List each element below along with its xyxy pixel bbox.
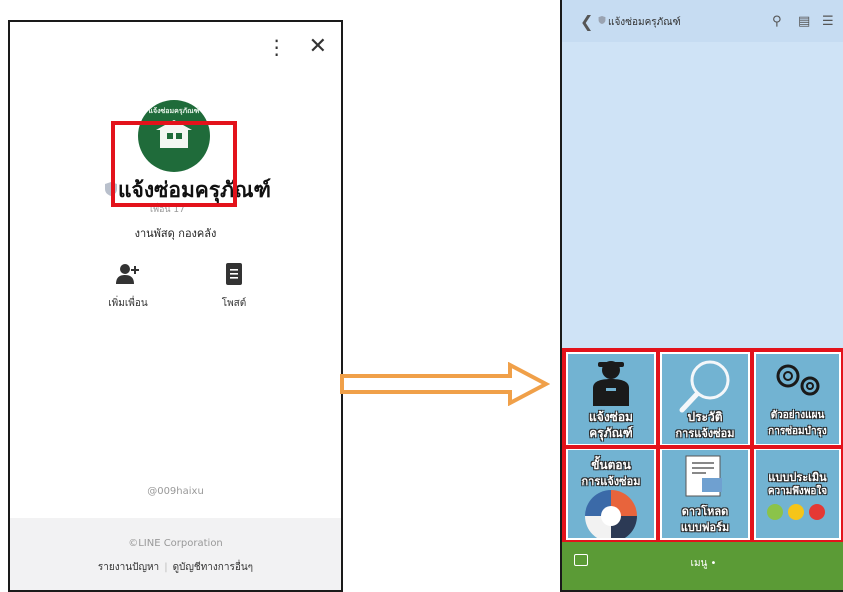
- account-subtitle: งานพัสดุ กองคลัง: [134, 227, 217, 240]
- corporation-label: ©LINE Corporation: [128, 538, 223, 549]
- highlight-box-menu-1: [562, 348, 660, 449]
- add-friend-button[interactable]: เพิ่มเพื่อน: [98, 262, 158, 311]
- add-friend-label: เพิ่มเพื่อน: [108, 298, 148, 309]
- search-icon[interactable]: ⚲: [772, 14, 782, 29]
- footer-links: รายงานปัญหา | ดูบัญชีทางการอื่นๆ: [10, 560, 341, 575]
- highlight-box-menu-5: [656, 445, 754, 544]
- account-profile-panel: ⋮ ✕ แจ้งซ่อมครุภัณฑ์ แจ้งซ่อมครุภัณฑ์ เพ…: [8, 20, 343, 592]
- verified-shield-icon: [598, 16, 606, 24]
- profile-footer: ©LINE Corporation รายงานปัญหา | ดูบัญชีทาง…: [10, 518, 341, 590]
- highlight-box-menu-4: [562, 445, 660, 544]
- more-options-icon[interactable]: ⋮: [267, 37, 287, 57]
- notes-icon[interactable]: ▤: [798, 14, 810, 29]
- menu-toggle[interactable]: เมนู •: [562, 556, 843, 571]
- avatar-arc-text: แจ้งซ่อมครุภัณฑ์: [148, 107, 200, 115]
- chat-title: แจ้งซ่อมครุภัณฑ์: [608, 17, 681, 28]
- post-button[interactable]: โพสต์: [204, 262, 264, 311]
- post-label: โพสต์: [221, 298, 247, 309]
- highlight-box-menu-2: [656, 348, 754, 449]
- highlight-box-account-name: [111, 121, 237, 207]
- other-accounts-link[interactable]: ดูบัญชีทางการอื่นๆ: [173, 562, 254, 573]
- separator: |: [164, 562, 168, 573]
- add-friend-icon: [116, 264, 139, 284]
- report-problem-link[interactable]: รายงานปัญหา: [98, 562, 159, 573]
- comparison-figure: ⋮ ✕ แจ้งซ่อมครุภัณฑ์ แจ้งซ่อมครุภัณฑ์ เพ…: [0, 0, 843, 592]
- chat-header: ❮ แจ้งซ่อมครุภัณฑ์ ⚲ ▤ ☰: [562, 0, 843, 42]
- hamburger-menu-icon[interactable]: ☰: [822, 14, 834, 29]
- rich-menu: แจ้งซ่อม ครุภัณฑ์ ประวัติ การแจ้งซ่อม ตั…: [562, 348, 843, 544]
- chat-window-panel: ❮ แจ้งซ่อมครุภัณฑ์ ⚲ ▤ ☰ แจ้งซ่อม ครุภัณ…: [560, 0, 843, 592]
- transition-arrow-icon: [340, 362, 550, 406]
- close-icon[interactable]: ✕: [309, 36, 327, 58]
- highlight-box-menu-3: [750, 348, 843, 449]
- post-icon: [226, 263, 242, 285]
- profile-topbar: ⋮ ✕: [267, 36, 327, 58]
- back-chevron-icon[interactable]: ❮: [580, 12, 593, 31]
- highlight-box-menu-6: [750, 445, 843, 544]
- chat-bottom-bar: เมนู •: [562, 542, 843, 590]
- account-handle: @009haixu: [147, 486, 204, 497]
